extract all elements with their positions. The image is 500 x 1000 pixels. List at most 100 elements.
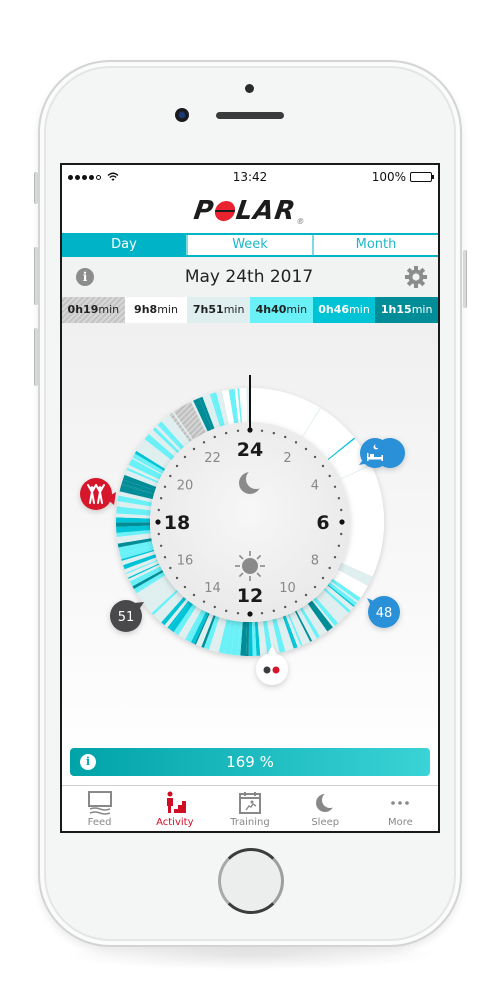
- dial-tick: [321, 576, 325, 580]
- polar-logo: P L A R ®: [191, 196, 306, 226]
- brand-header: P L A R ®: [62, 189, 438, 233]
- nav-training-label: Training: [230, 817, 270, 828]
- dial-major-label: 6: [316, 512, 329, 534]
- nav-more[interactable]: More: [363, 786, 438, 831]
- dial-tick: [183, 585, 187, 589]
- dial-tick: [163, 556, 167, 559]
- goal-percent: 169 %: [226, 753, 274, 771]
- training-calendar-icon: [239, 792, 261, 814]
- dial-tick: [202, 441, 206, 444]
- dial-tick: [260, 612, 264, 615]
- dial-major-tick: [247, 611, 253, 617]
- dial-tick: [272, 609, 276, 613]
- nav-activity[interactable]: Activity: [137, 786, 212, 831]
- dial-tick: [157, 532, 160, 536]
- dial-minor-label: 10: [279, 581, 296, 596]
- dial-tick: [213, 605, 216, 609]
- dial-tick: [272, 431, 276, 435]
- goal-info-icon[interactable]: i: [80, 754, 96, 770]
- dial-tick: [333, 556, 337, 559]
- zone-rest[interactable]: 9h8min: [124, 297, 188, 323]
- nav-sleep[interactable]: Sleep: [288, 786, 363, 831]
- dial-tick: [224, 609, 228, 613]
- info-icon[interactable]: i: [76, 268, 94, 286]
- nav-feed[interactable]: Feed: [62, 786, 137, 831]
- status-time: 13:42: [232, 170, 268, 184]
- activity-icon: [166, 791, 186, 813]
- dial-major-tick: [339, 519, 345, 525]
- dial-tick: [337, 544, 341, 548]
- dial-tick: [175, 464, 179, 468]
- earpiece-speaker: [216, 112, 284, 119]
- sleep-marker[interactable]: [359, 438, 405, 469]
- bottom-nav: Feed Activity Training Sleep More: [62, 785, 438, 831]
- home-button[interactable]: [218, 848, 284, 914]
- dial-tick: [284, 605, 287, 609]
- dial-tick: [313, 585, 317, 589]
- proximity-sensor: [245, 84, 254, 93]
- zone-inactivity[interactable]: 0h19min: [62, 297, 125, 323]
- sun-icon: [235, 551, 265, 581]
- front-camera: [175, 108, 189, 122]
- dial-tick: [175, 576, 179, 580]
- dial-major-label: 12: [237, 585, 263, 607]
- dial-minor-label: 16: [177, 554, 194, 569]
- zone-low[interactable]: 4h40min: [250, 297, 313, 323]
- dial-tick: [159, 496, 163, 500]
- dial-major-label: 18: [164, 512, 190, 534]
- dial-minor-label: 14: [204, 581, 221, 596]
- moon-icon: [316, 792, 339, 812]
- period-tabs: Day Week Month: [62, 233, 438, 257]
- more-dots-icon: [391, 801, 410, 805]
- dial-tick: [260, 429, 264, 432]
- status-bar: 13:42 100%: [62, 165, 438, 189]
- dial-tick: [202, 600, 206, 603]
- dial-tick: [192, 447, 196, 451]
- dial-tick: [304, 447, 308, 451]
- daily-goal-bar[interactable]: i 169 %: [70, 748, 430, 776]
- dial-tick: [337, 496, 341, 500]
- dial-tick: [157, 508, 160, 512]
- app-screen: 13:42 100% P L A R ® Day Week Month i May 24…: [60, 163, 440, 833]
- activity-dial-area: 24 6 12 18 2 4 8 10 14 16 20 22 48 51: [62, 323, 438, 773]
- date-bar: i May 24th 2017: [62, 257, 438, 297]
- zone-medium[interactable]: 0h46min: [312, 297, 376, 323]
- zone-sitting[interactable]: 7h51min: [187, 297, 251, 323]
- feed-icon: [87, 791, 112, 815]
- dial-tick: [340, 508, 343, 512]
- dial-minor-label: 20: [177, 479, 194, 494]
- gear-icon[interactable]: [404, 265, 428, 289]
- nav-sleep-label: Sleep: [311, 817, 340, 828]
- activity-event-marker[interactable]: [80, 478, 116, 510]
- steps-marker-51-value: 51: [118, 610, 135, 625]
- nav-activity-label: Activity: [156, 817, 194, 828]
- dial-tick: [333, 485, 337, 488]
- dial-tick: [340, 532, 343, 536]
- tab-day[interactable]: Day: [62, 235, 186, 255]
- activity-ring-segment: [248, 621, 253, 656]
- dial-tick: [328, 566, 331, 570]
- power-button: [463, 250, 467, 308]
- dial-minor-label: 4: [311, 479, 319, 494]
- dial-minor-label: 8: [311, 554, 319, 569]
- dial-tick: [159, 544, 163, 548]
- tab-week[interactable]: Week: [186, 235, 312, 255]
- dial-major-tick: [155, 519, 161, 525]
- tab-month[interactable]: Month: [312, 235, 438, 255]
- dial-tick: [313, 455, 317, 459]
- zone-high[interactable]: 1h15min: [375, 297, 438, 323]
- dial-tick: [169, 474, 172, 478]
- dial-tick: [321, 464, 325, 468]
- dial-tick: [213, 435, 216, 439]
- activity-dial[interactable]: 24612182481014162022 48 51: [62, 323, 438, 773]
- dial-minor-label: 2: [283, 451, 291, 466]
- dial-major-label: 24: [237, 439, 263, 461]
- dial-tick: [328, 474, 331, 478]
- selected-date: May 24th 2017: [184, 267, 314, 287]
- activity-zones-summary: 0h19min 9h8min 7h51min 4h40min 0h46min 1…: [62, 297, 438, 323]
- nav-training[interactable]: Training: [212, 786, 287, 831]
- dial-tick: [224, 431, 228, 435]
- dial-tick: [284, 435, 287, 439]
- dial-tick: [192, 593, 196, 597]
- dial-tick: [236, 429, 240, 432]
